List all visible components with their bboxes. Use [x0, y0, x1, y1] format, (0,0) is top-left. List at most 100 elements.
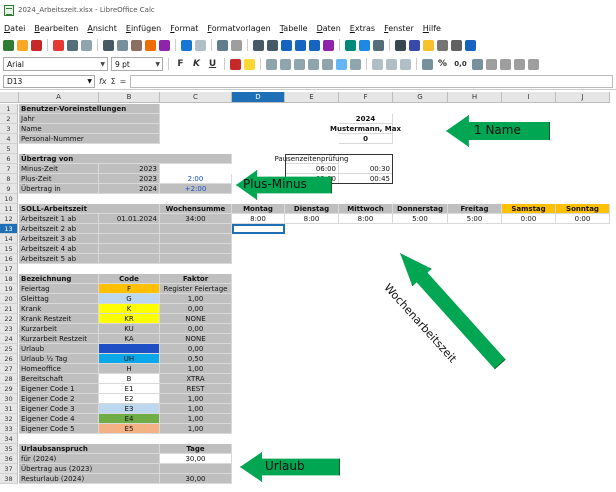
new-document-icon[interactable]	[3, 39, 14, 51]
italic-button[interactable]: K	[190, 59, 203, 69]
row-header[interactable]: 1	[0, 104, 18, 114]
cell-a16[interactable]: Arbeitszeit 5 ab	[19, 254, 99, 264]
cell-c30[interactable]: 1,00	[160, 394, 232, 404]
cell-b20[interactable]: G	[99, 294, 160, 304]
cell-a27[interactable]: Homeoffice	[19, 364, 99, 374]
cell-a24[interactable]: Kurzarbeit Restzeit	[19, 334, 99, 344]
cell-b33[interactable]: E5	[99, 424, 160, 434]
cell-b8[interactable]: 2023	[99, 174, 160, 184]
cell-j11[interactable]: Sonntag	[556, 204, 610, 214]
sort-icon[interactable]	[281, 39, 292, 51]
row-header[interactable]: 19	[0, 284, 18, 294]
find-replace-icon[interactable]	[217, 39, 228, 51]
cell-a21[interactable]: Krank	[19, 304, 99, 314]
cell-b7[interactable]: 2023	[99, 164, 160, 174]
cell-a11[interactable]: SOLL-Arbeitszeit	[19, 204, 160, 214]
column-header-j[interactable]: J	[556, 92, 610, 103]
cell-f12[interactable]: 8:00	[339, 214, 393, 224]
define-print-area-icon[interactable]	[451, 39, 462, 51]
freeze-rows-icon[interactable]	[465, 39, 476, 51]
spelling-icon[interactable]	[231, 39, 242, 51]
row-header[interactable]: 3	[0, 124, 18, 134]
cell-b31[interactable]: E3	[99, 404, 160, 414]
cell-a28[interactable]: Bereitschaft	[19, 374, 99, 384]
menu-item[interactable]: Fenster	[384, 24, 414, 33]
paste-icon[interactable]	[131, 39, 142, 51]
column-header-c[interactable]: C	[160, 92, 232, 103]
cell-a36[interactable]: für (2024)	[19, 454, 160, 464]
row-header[interactable]: 38	[0, 474, 18, 484]
row-header[interactable]: 21	[0, 304, 18, 314]
menu-item[interactable]: Daten	[317, 24, 341, 33]
hyperlink-icon[interactable]	[409, 39, 420, 51]
save-icon[interactable]	[31, 39, 42, 51]
cell-b24[interactable]: KA	[99, 334, 160, 344]
cell-a3[interactable]: Name	[19, 124, 160, 134]
clear-formatting-icon[interactable]	[159, 39, 170, 51]
row-header[interactable]: 2	[0, 114, 18, 124]
align-right-icon[interactable]	[294, 58, 305, 70]
cell-c37[interactable]	[160, 464, 232, 474]
wrap-text-icon[interactable]	[308, 58, 319, 70]
cell-c28[interactable]: XTRA	[160, 374, 232, 384]
cell-c20[interactable]: 1,00	[160, 294, 232, 304]
cell-c23[interactable]: 0,00	[160, 324, 232, 334]
cell-a6[interactable]: Übertrag von	[19, 154, 232, 164]
row-header[interactable]: 14	[0, 234, 18, 244]
chevron-down-icon[interactable]: ▼	[87, 78, 92, 85]
menu-item[interactable]: Bearbeiten	[34, 24, 78, 33]
cell-b21[interactable]: K	[99, 304, 160, 314]
cell-b14[interactable]	[99, 234, 160, 244]
row-header[interactable]: 28	[0, 374, 18, 384]
cell-h12[interactable]: 5:00	[448, 214, 502, 224]
cell-a8[interactable]: Plus-Zeit	[19, 174, 99, 184]
align-left-icon[interactable]	[266, 58, 277, 70]
align-center-icon[interactable]	[280, 58, 291, 70]
spreadsheet-grid[interactable]: A B C D E F G H I J 1 Benutzer-Voreinstellungen 2 Jah…	[0, 92, 616, 492]
cell-c26[interactable]: 0,50	[160, 354, 232, 364]
export-pdf-icon[interactable]	[53, 39, 64, 51]
highlight-color-icon[interactable]	[244, 58, 255, 70]
row-header[interactable]: 18	[0, 274, 18, 284]
column-header-e[interactable]: E	[285, 92, 339, 103]
cell-c12[interactable]: 34:00	[160, 214, 232, 224]
chevron-down-icon[interactable]: ▼	[155, 61, 160, 68]
cell-c36[interactable]: 30,00	[160, 454, 232, 464]
cell-c24[interactable]: NONE	[160, 334, 232, 344]
font-name-box[interactable]: Arial ▼	[3, 57, 108, 71]
cell-a22[interactable]: Krank Restzeit	[19, 314, 99, 324]
row-header[interactable]: 30	[0, 394, 18, 404]
cell-a9[interactable]: Übertrag in	[19, 184, 99, 194]
column-header-h[interactable]: H	[448, 92, 502, 103]
cell-a20[interactable]: Gleittag	[19, 294, 99, 304]
row-header[interactable]: 22	[0, 314, 18, 324]
bold-button[interactable]: F	[174, 59, 187, 69]
menu-item[interactable]: Einfügen	[126, 24, 161, 33]
row-header[interactable]: 16	[0, 254, 18, 264]
menu-item[interactable]: Formatvorlagen	[207, 24, 270, 33]
cell-a31[interactable]: Eigener Code 3	[19, 404, 99, 414]
row-header[interactable]: 6	[0, 154, 18, 164]
row-header[interactable]: 8	[0, 174, 18, 184]
menu-item[interactable]: Tabelle	[280, 24, 308, 33]
row-header[interactable]: 31	[0, 404, 18, 414]
cell-a4[interactable]: Personal-Nummer	[19, 134, 160, 144]
row-header[interactable]: 4	[0, 134, 18, 144]
cell-c9[interactable]: +2:00	[160, 184, 232, 194]
font-color-icon[interactable]	[230, 58, 241, 70]
row-header[interactable]: 13	[0, 224, 18, 234]
cell-b22[interactable]: KR	[99, 314, 160, 324]
center-vertically-icon[interactable]	[336, 58, 347, 70]
cell-i12[interactable]: 0:00	[502, 214, 556, 224]
menu-item[interactable]: Extras	[350, 24, 375, 33]
decrease-indent-icon[interactable]	[528, 58, 539, 70]
cell-a2[interactable]: Jahr	[19, 114, 160, 124]
cell-c32[interactable]: 1,00	[160, 414, 232, 424]
row-header[interactable]: 23	[0, 324, 18, 334]
row-header[interactable]: 10	[0, 194, 18, 204]
cut-icon[interactable]	[103, 39, 114, 51]
column-icon[interactable]	[267, 39, 278, 51]
chevron-down-icon[interactable]: ▼	[100, 61, 105, 68]
cell-a35[interactable]: Urlaubsanspruch	[19, 444, 160, 454]
cell-c22[interactable]: NONE	[160, 314, 232, 324]
